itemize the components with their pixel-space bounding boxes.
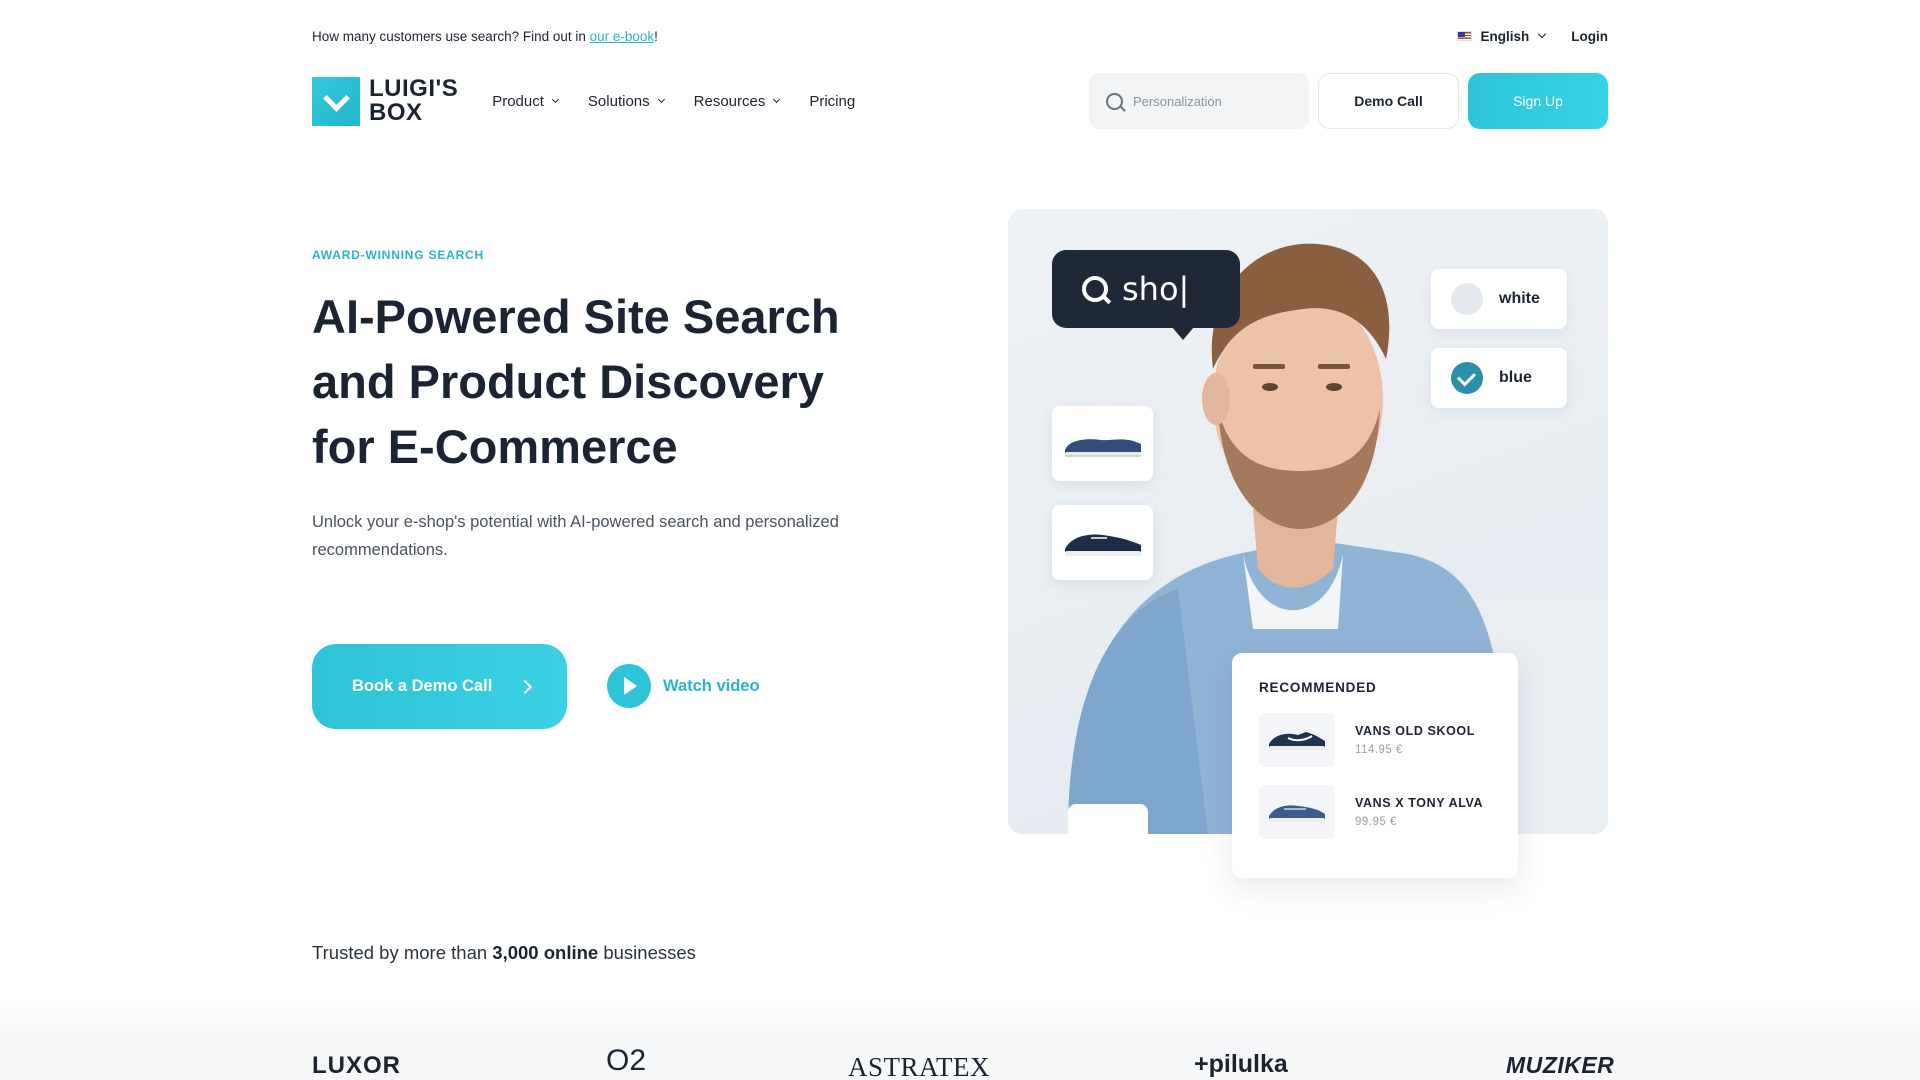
- book-demo-button[interactable]: Book a Demo Call: [312, 644, 567, 729]
- trusted-prefix: Trusted by more than: [312, 942, 493, 963]
- product-image: [1259, 785, 1335, 839]
- client-logo-muziker: MUZIKER: [1506, 1052, 1615, 1078]
- trusted-count: 3,000 online: [492, 942, 599, 963]
- logo-text: LUIGI'S BOX: [369, 77, 458, 125]
- logo[interactable]: LUIGI'S BOX: [312, 76, 458, 126]
- chevron-down-icon: [551, 95, 559, 103]
- nav-item-pricing[interactable]: Pricing: [809, 93, 855, 110]
- recommended-item-info: VANS OLD SKOOL 114.95 €: [1355, 724, 1475, 756]
- product-name: VANS X TONY ALVA: [1355, 796, 1484, 810]
- headline-line-3: for E-Commerce: [312, 420, 678, 473]
- logo-mark-icon: [312, 76, 360, 126]
- watch-video-label: Watch video: [663, 676, 760, 695]
- search-box[interactable]: [1089, 73, 1309, 129]
- filter-chip-blue[interactable]: blue: [1431, 348, 1567, 408]
- filter-label: white: [1499, 290, 1540, 307]
- nav-menu: Product Solutions Resources Pricing: [492, 93, 855, 110]
- search-input[interactable]: [1133, 93, 1283, 109]
- filter-chip-white[interactable]: white: [1431, 269, 1567, 329]
- book-demo-label: Book a Demo Call: [352, 677, 493, 695]
- checkmark-icon: [1451, 362, 1483, 394]
- client-logo-luxor: LUXOR: [312, 1052, 401, 1079]
- shoe-icon: [1269, 732, 1325, 750]
- search-icon: [1106, 92, 1123, 110]
- trusted-suffix: businesses: [598, 942, 696, 963]
- nav-item-resources[interactable]: Resources: [693, 92, 781, 110]
- nav-item-product[interactable]: Product: [492, 92, 559, 110]
- nav-actions: Demo Call Sign Up: [1089, 73, 1608, 129]
- nav-item-label: Resources: [693, 92, 766, 110]
- product-price: 114.95 €: [1355, 744, 1403, 756]
- filter-label: blue: [1499, 369, 1532, 386]
- product-thumbnail[interactable]: [1052, 406, 1153, 481]
- search-bubble: sho|: [1052, 250, 1240, 340]
- search-query-text: sho|: [1122, 270, 1190, 308]
- shoe-icon: [1064, 438, 1141, 457]
- nav-item-solutions[interactable]: Solutions: [587, 92, 665, 110]
- product-name: VANS OLD SKOOL: [1355, 724, 1475, 738]
- ebook-link[interactable]: our e-book: [590, 29, 655, 44]
- product-price: 99.95 €: [1355, 816, 1397, 828]
- promo-message: How many customers use search? Find out …: [312, 28, 590, 44]
- client-logo-pilulka: +pilulka: [1194, 1050, 1288, 1078]
- trusted-by-text: Trusted by more than 3,000 online busine…: [312, 942, 696, 964]
- language-label: English: [1480, 28, 1530, 44]
- nav-item-label: Solutions: [587, 92, 650, 110]
- language-selector[interactable]: English: [1457, 28, 1547, 44]
- login-link[interactable]: Login: [1571, 29, 1608, 44]
- product-thumbnail[interactable]: [1052, 505, 1153, 580]
- shoe-icon: [1064, 534, 1141, 556]
- us-flag-icon: [1457, 31, 1473, 41]
- chevron-down-icon: [657, 95, 665, 103]
- promo-suffix: !: [654, 28, 658, 44]
- headline-line-2: and Product Discovery: [312, 355, 824, 408]
- color-swatch-white: [1451, 283, 1483, 315]
- search-icon: [1082, 276, 1108, 302]
- top-promo-bar: How many customers use search? Find out …: [312, 0, 1608, 72]
- product-image: [1259, 713, 1335, 767]
- client-logo-o2: O2: [606, 1044, 647, 1077]
- hero-subtitle: Unlock your e-shop's potential with AI-p…: [312, 513, 839, 559]
- recommended-panel: RECOMMENDED VANS OLD SKOOL 114.95 € VANS…: [1232, 653, 1518, 878]
- chevron-down-icon: [1538, 29, 1547, 39]
- promo-text: How many customers use search? Find out …: [312, 29, 658, 44]
- recommended-title: RECOMMENDED: [1259, 680, 1377, 695]
- play-icon: [607, 664, 651, 708]
- shoe-icon: [1269, 805, 1325, 822]
- sign-up-button[interactable]: Sign Up: [1468, 73, 1608, 129]
- main-navigation: LUIGI'S BOX Product Solutions Resources …: [312, 72, 1608, 130]
- nav-item-label: Pricing: [809, 92, 856, 110]
- recommended-item[interactable]: VANS OLD SKOOL 114.95 €: [1259, 713, 1518, 767]
- recommended-item[interactable]: VANS X TONY ALVA 99.95 €: [1259, 785, 1518, 839]
- logo-line-1: LUIGI'S: [369, 75, 459, 102]
- headline-line-1: AI-Powered Site Search: [312, 290, 840, 343]
- watch-video-button[interactable]: Watch video: [607, 664, 760, 708]
- hero-headline: AI-Powered Site Search and Product Disco…: [312, 284, 872, 479]
- recommended-item-info: VANS X TONY ALVA 99.95 €: [1355, 796, 1483, 828]
- logo-line-2: BOX: [369, 99, 423, 126]
- nav-item-label: Product: [492, 92, 544, 110]
- hero-eyebrow: AWARD-WINNING SEARCH: [312, 248, 484, 262]
- demo-call-button[interactable]: Demo Call: [1318, 73, 1459, 129]
- chevron-down-icon: [773, 95, 781, 103]
- top-right-controls: English Login: [1457, 29, 1608, 44]
- chevron-right-icon: [518, 679, 533, 694]
- client-logo-astratex: ASTRATEX: [848, 1052, 991, 1080]
